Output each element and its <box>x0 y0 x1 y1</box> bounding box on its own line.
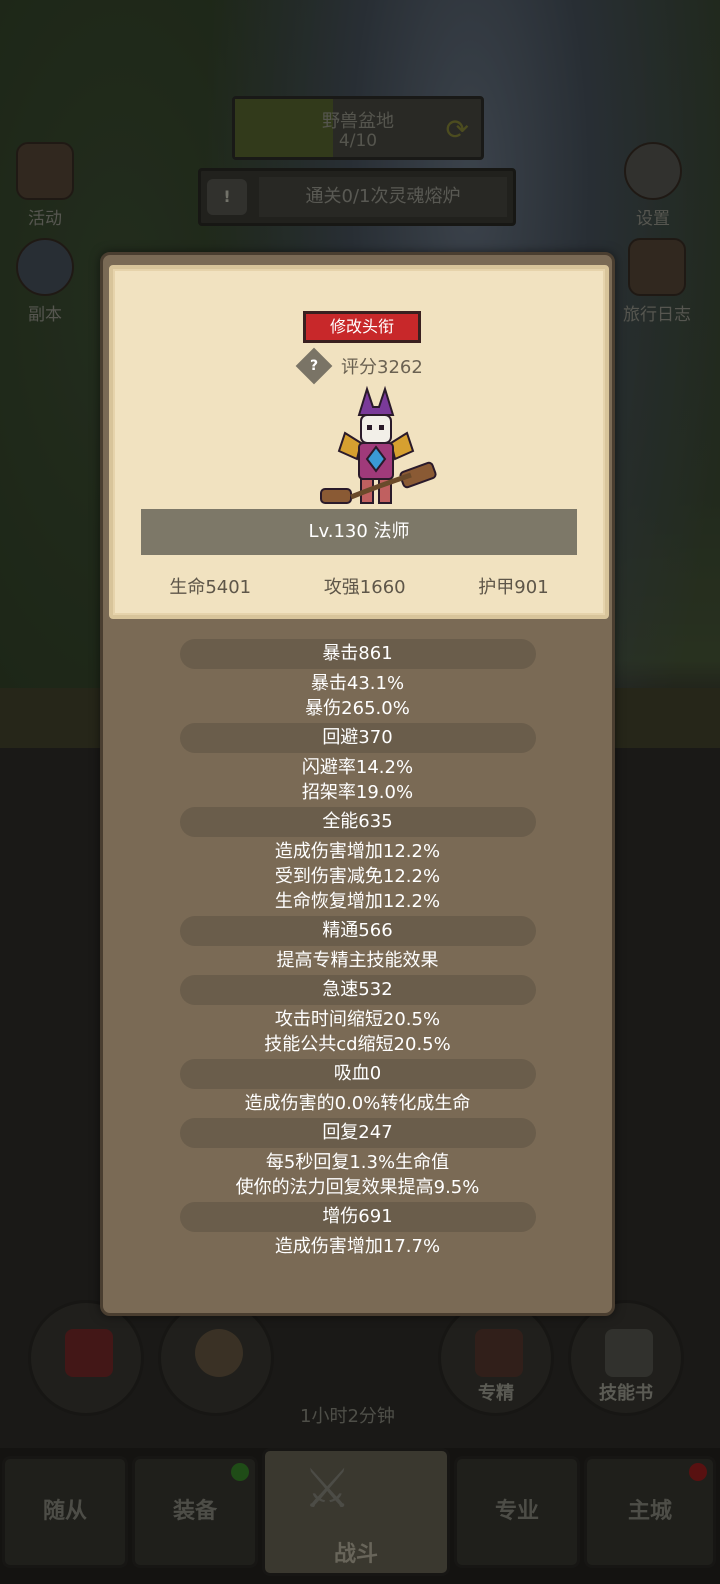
score-label: 评分3262 <box>341 357 423 378</box>
stat-detail: 暴伤265.0% <box>305 698 410 719</box>
stat-crit: 暴击861 暴击43.1% 暴伤265.0% <box>103 639 612 721</box>
stat-versatility: 全能635 造成伤害增加12.2% 受到伤害减免12.2% 生命恢复增加12.2… <box>103 807 612 914</box>
character-stats-popup: 修改头衔 ? 评分3262 Lv.130 法师 生命5401 攻强1660 护甲… <box>100 252 615 1316</box>
hp-stat: 生命5401 <box>169 577 252 598</box>
character-avatar <box>320 385 437 504</box>
help-icon[interactable]: ? <box>295 347 333 385</box>
stat-detail: 闪避率14.2% <box>301 757 414 778</box>
stat-header: 回避370 <box>179 723 536 753</box>
stat-detail: 招架率19.0% <box>301 782 414 803</box>
stat-header: 全能635 <box>179 807 536 837</box>
stat-lifesteal: 吸血0 造成伤害的0.0%转化成生命 <box>103 1059 612 1116</box>
stat-header: 暴击861 <box>179 639 536 669</box>
stat-detail: 生命恢复增加12.2% <box>274 891 441 912</box>
stat-header: 急速532 <box>179 975 536 1005</box>
stat-avoidance: 回避370 闪避率14.2% 招架率19.0% <box>103 723 612 805</box>
change-title-button[interactable]: 修改头衔 <box>303 311 421 343</box>
stat-regen: 回复247 每5秒回复1.3%生命值 使你的法力回复效果提高9.5% <box>103 1118 612 1200</box>
stat-detail: 造成伤害的0.0%转化成生命 <box>244 1093 471 1114</box>
stat-haste: 急速532 攻击时间缩短20.5% 技能公共cd缩短20.5% <box>103 975 612 1057</box>
stat-detail: 造成伤害增加12.2% <box>274 841 441 862</box>
stat-detail: 攻击时间缩短20.5% <box>274 1009 441 1030</box>
base-stats-row: 生命5401 攻强1660 护甲901 <box>113 573 605 599</box>
stat-detail: 每5秒回复1.3%生命值 <box>265 1152 450 1173</box>
level-class-bar: Lv.130 法师 <box>141 509 577 555</box>
secondary-stats-list: 暴击861 暴击43.1% 暴伤265.0% 回避370 闪避率14.2% 招架… <box>103 639 612 1259</box>
character-card: 修改头衔 ? 评分3262 Lv.130 法师 生命5401 攻强1660 护甲… <box>109 265 609 619</box>
attack-power-stat: 攻强1660 <box>323 577 406 598</box>
stat-detail: 受到伤害减免12.2% <box>274 866 441 887</box>
stat-detail: 暴击43.1% <box>310 673 405 694</box>
stat-detail: 使你的法力回复效果提高9.5% <box>235 1177 480 1198</box>
stat-header: 精通566 <box>179 916 536 946</box>
stat-damage-bonus: 增伤691 造成伤害增加17.7% <box>103 1202 612 1259</box>
score-row: ? 评分3262 <box>295 347 423 385</box>
stat-detail: 技能公共cd缩短20.5% <box>264 1034 451 1055</box>
stat-header: 增伤691 <box>179 1202 536 1232</box>
stat-header: 吸血0 <box>179 1059 536 1089</box>
armor-stat: 护甲901 <box>478 577 549 598</box>
stat-detail: 造成伤害增加17.7% <box>274 1236 441 1257</box>
stat-header: 回复247 <box>179 1118 536 1148</box>
stat-mastery: 精通566 提高专精主技能效果 <box>103 916 612 973</box>
stat-detail: 提高专精主技能效果 <box>276 950 439 971</box>
